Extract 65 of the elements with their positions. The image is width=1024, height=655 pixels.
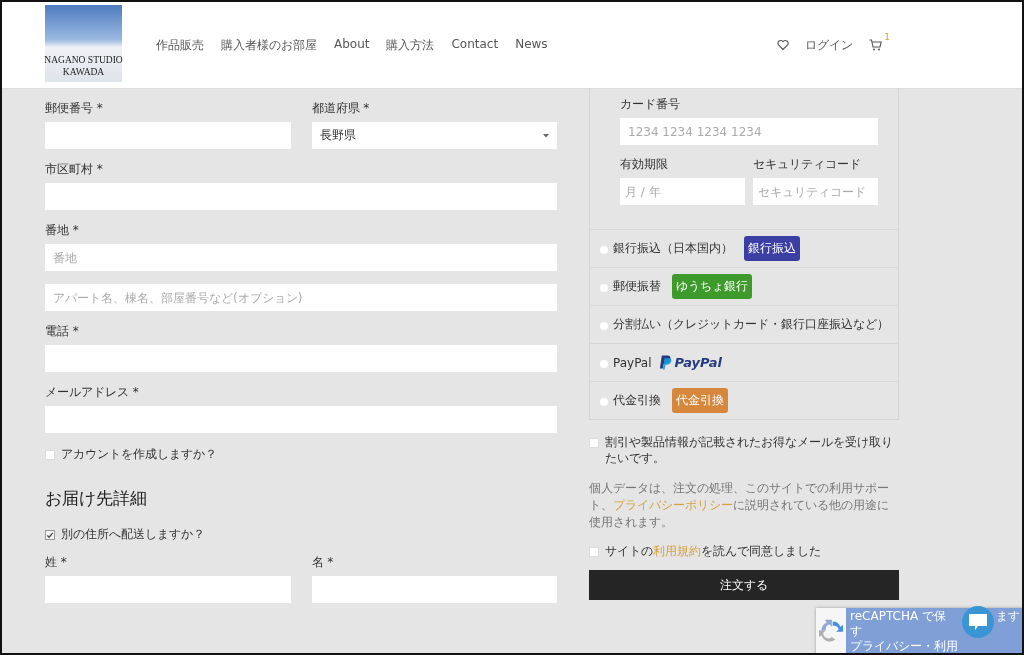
payment-method-label: 銀行振込（日本国内） xyxy=(613,240,733,257)
nav-link[interactable]: News xyxy=(515,36,548,54)
login-link[interactable]: ログイン xyxy=(805,36,854,54)
speech-bubble-icon xyxy=(967,613,989,631)
caret-icon xyxy=(543,133,549,138)
security-code-field[interactable]: セキュリティコード xyxy=(753,178,878,205)
field-label: カード番号 xyxy=(620,97,681,112)
input-field[interactable] xyxy=(45,345,557,372)
paypal-p-icon xyxy=(658,354,673,371)
nav-link[interactable]: Contact xyxy=(451,36,499,54)
checkmark-icon xyxy=(46,531,54,539)
heart-icon[interactable] xyxy=(777,39,790,51)
field-label: 番地 * xyxy=(45,223,80,238)
field-label: 名 * xyxy=(311,555,335,570)
checkbox-label: アカウントを作成しますか？ xyxy=(61,446,217,463)
radio-button[interactable] xyxy=(600,246,608,254)
input-field[interactable] xyxy=(311,576,557,603)
payment-method-label: 郵便振替 xyxy=(613,278,661,295)
checkbox-label: 別の住所へ配送しますか？ xyxy=(61,526,205,543)
input-field[interactable]: 番地 xyxy=(45,244,557,271)
field-label: 有効期限 xyxy=(620,157,669,172)
nav-link[interactable]: 購入方法 xyxy=(386,36,435,54)
input-field[interactable] xyxy=(45,122,291,149)
field-label: 姓 * xyxy=(45,555,68,570)
card-number-field[interactable]: 1234 1234 1234 1234 xyxy=(620,118,878,145)
nav-link[interactable]: 作品販売 xyxy=(156,36,204,54)
payment-method-label: 分割払い（クレジットカード・銀行口座振込など） xyxy=(613,316,889,333)
checkbox[interactable] xyxy=(45,530,55,540)
recaptcha-text: reCAPTCHA で保 す プライバシー・利用 xyxy=(849,608,959,653)
field-label: 市区町村 * xyxy=(45,162,104,177)
input-field[interactable] xyxy=(45,406,557,433)
input-field[interactable] xyxy=(45,183,557,210)
checkbox-label: サイトの利用規約を読んで同意しました xyxy=(605,543,821,560)
field-label: セキュリティコード xyxy=(753,157,862,172)
field-label: 郵便番号 * xyxy=(45,101,104,116)
paypal-logo: PayPal xyxy=(658,354,722,371)
radio-button[interactable] xyxy=(600,398,608,406)
nav-link[interactable]: About xyxy=(334,36,370,54)
recaptcha-logo-icon xyxy=(816,608,846,653)
cart-count: 1 xyxy=(884,32,890,42)
section-heading: お届け先詳細 xyxy=(45,487,148,510)
payment-method-label: PayPal xyxy=(613,355,652,370)
checkbox-label: 割引や製品情報が記載されたお得なメールを受け取りたいです。 xyxy=(605,434,894,466)
payment-badge: 銀行振込 xyxy=(744,236,800,261)
prefecture-select[interactable]: 長野県 xyxy=(311,122,557,149)
field-label: メールアドレス * xyxy=(45,385,140,400)
input-field[interactable] xyxy=(45,576,291,603)
radio-button[interactable] xyxy=(600,360,608,368)
field-label: 都道府県 * xyxy=(311,101,371,116)
recaptcha-text: ます xyxy=(996,608,1021,624)
field-label: 電話 * xyxy=(45,324,80,339)
payment-badge: 代金引換 xyxy=(672,388,728,413)
cart-icon[interactable] xyxy=(869,39,883,51)
expiry-field[interactable]: 月 / 年 xyxy=(620,178,745,205)
payment-method-label: 代金引換 xyxy=(613,392,661,409)
place-order-button[interactable]: 注文する xyxy=(589,570,899,600)
logo-text: KAWADA xyxy=(62,65,105,78)
logo-photo[interactable]: NAGANO STUDIO KAWADA xyxy=(45,4,122,82)
radio-button[interactable] xyxy=(600,284,608,292)
logo-text: NAGANO STUDIO xyxy=(44,53,123,66)
radio-button[interactable] xyxy=(600,322,608,330)
payment-badge: ゆうちょ銀行 xyxy=(672,274,752,299)
input-field[interactable]: アパート名、棟名、部屋番号など(オプション) xyxy=(45,284,557,311)
nav-link[interactable]: 購入者様のお部屋 xyxy=(221,36,317,54)
privacy-notice: 個人データは、注文の処理、このサイトでの利用サポート、プライバシーポリシーに説明されている他の用途に使用されます。 xyxy=(589,480,890,531)
